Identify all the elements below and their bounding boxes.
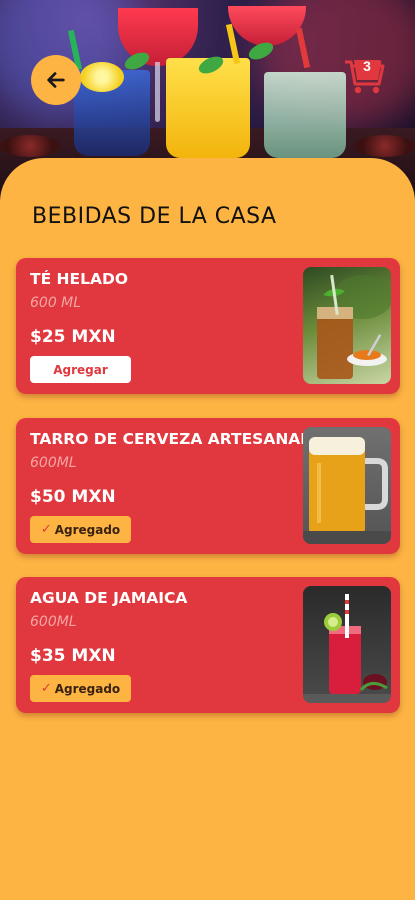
product-size: 600 ML — [30, 295, 82, 311]
back-button[interactable] — [31, 55, 81, 105]
product-size: 600ML — [30, 455, 77, 471]
iced-tea-photo — [303, 267, 391, 384]
product-name: TÉ HELADO — [30, 270, 129, 288]
product-card-te-helado: TÉ HELADO 600 ML $25 MXN Agregar — [16, 258, 400, 394]
add-button[interactable]: Agregar — [30, 356, 131, 383]
arrow-left-icon — [47, 72, 65, 88]
added-button-label: Agregado — [54, 522, 121, 537]
product-card-cerveza: TARRO DE CERVEZA ARTESANAL 600ML $50 MXN… — [16, 418, 400, 554]
added-button[interactable]: ✓ Agregado — [30, 675, 131, 702]
product-price: $25 MXN — [30, 327, 116, 347]
page-title: BEBIDAS DE LA CASA — [32, 204, 277, 229]
beer-mug-photo — [303, 427, 391, 544]
product-name: AGUA DE JAMAICA — [30, 589, 188, 607]
product-name: TARRO DE CERVEZA ARTESANAL — [30, 430, 311, 448]
checkmark-icon: ✓ — [40, 681, 52, 696]
checkmark-icon: ✓ — [40, 522, 52, 537]
product-price: $35 MXN — [30, 646, 116, 666]
added-button-label: Agregado — [54, 681, 121, 696]
hibiscus-water-photo — [303, 586, 391, 703]
cart-button[interactable]: 3 — [343, 56, 385, 96]
added-button[interactable]: ✓ Agregado — [30, 516, 131, 543]
add-button-label: Agregar — [53, 362, 108, 377]
cart-count-badge: 3 — [363, 58, 371, 74]
product-price: $50 MXN — [30, 487, 116, 507]
product-card-agua-jamaica: AGUA DE JAMAICA 600ML $35 MXN ✓ Agregado — [16, 577, 400, 713]
product-size: 600ML — [30, 614, 77, 630]
